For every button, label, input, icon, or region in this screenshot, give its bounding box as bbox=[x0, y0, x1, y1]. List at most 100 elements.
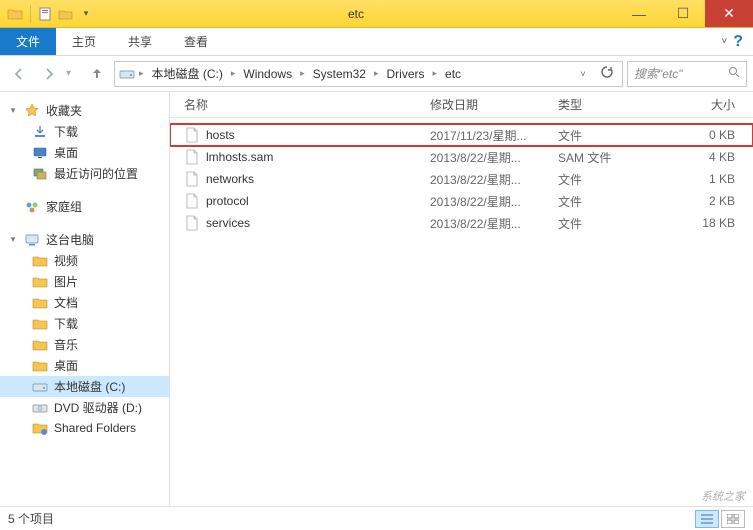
nav-item-label: 图片 bbox=[54, 273, 78, 290]
file-icon bbox=[184, 171, 200, 187]
file-icon bbox=[184, 215, 200, 231]
nav-homegroup-group: 家庭组 bbox=[0, 196, 169, 217]
refresh-icon[interactable] bbox=[596, 65, 618, 82]
nav-favorites-header[interactable]: ▾ 收藏夹 bbox=[0, 100, 169, 121]
download-icon bbox=[32, 124, 48, 140]
file-icon bbox=[184, 193, 200, 209]
ribbon-tabs: 文件 主页 共享 查看 ˅ ? bbox=[0, 28, 753, 56]
address-dropdown-icon[interactable]: ˅ bbox=[572, 69, 594, 79]
up-button[interactable] bbox=[84, 61, 110, 87]
file-name: protocol bbox=[206, 194, 249, 208]
chevron-down-icon[interactable]: ▾ bbox=[8, 234, 18, 245]
file-name: networks bbox=[206, 172, 254, 186]
nav-item-label: 音乐 bbox=[54, 336, 78, 353]
breadcrumb-separator[interactable]: ▸ bbox=[298, 68, 307, 79]
breadcrumb-seg-0[interactable]: Windows bbox=[239, 67, 296, 81]
new-folder-icon[interactable] bbox=[57, 5, 75, 23]
file-row[interactable]: lmhosts.sam 2013/8/22/星期...SAM 文件4 KB bbox=[170, 146, 753, 168]
file-row[interactable]: protocol2013/8/22/星期...文件2 KB bbox=[170, 190, 753, 212]
nav-item-desktop[interactable]: 桌面 bbox=[0, 142, 169, 163]
file-date: 2017/11/23/星期... bbox=[430, 127, 558, 144]
nav-item-label: 最近访问的位置 bbox=[54, 165, 138, 182]
file-name: lmhosts.sam bbox=[206, 150, 273, 164]
qat-dropdown-icon[interactable]: ▾ bbox=[77, 5, 95, 23]
column-size-header[interactable]: 大小 bbox=[648, 96, 753, 113]
nav-item-downloads[interactable]: 下载 bbox=[0, 121, 169, 142]
nav-item-label: 视频 bbox=[54, 252, 78, 269]
nav-item-label: 下载 bbox=[54, 123, 78, 140]
column-date-header[interactable]: 修改日期 bbox=[430, 96, 558, 113]
file-date: 2013/8/22/星期... bbox=[430, 215, 558, 232]
address-toolbar: ▾ ▸ 本地磁盘 (C:) ▸ Windows ▸ System32 ▸ Dri… bbox=[0, 56, 753, 92]
main-area: ▾ 收藏夹 下载 桌面 最近访问的位置 bbox=[0, 92, 753, 506]
breadcrumb-seg-3[interactable]: etc bbox=[441, 67, 465, 81]
file-row[interactable]: services2013/8/22/星期...文件18 KB bbox=[170, 212, 753, 234]
nav-item[interactable]: 桌面 bbox=[0, 355, 169, 376]
folder-icon bbox=[6, 5, 24, 23]
nav-thispc-header[interactable]: ▾ 这台电脑 bbox=[0, 229, 169, 250]
window-controls: — ☐ ✕ bbox=[617, 0, 753, 27]
drive-icon bbox=[119, 66, 135, 82]
breadcrumb-separator[interactable]: ▸ bbox=[431, 68, 440, 79]
drive-icon bbox=[32, 379, 48, 395]
folder-icon bbox=[32, 274, 48, 290]
icons-view-button[interactable] bbox=[721, 510, 745, 528]
file-name: hosts bbox=[206, 128, 235, 142]
titlebar: ▾ etc — ☐ ✕ bbox=[0, 0, 753, 28]
separator bbox=[30, 5, 31, 23]
nav-item-label: Shared Folders bbox=[54, 421, 136, 435]
file-size: 2 KB bbox=[648, 194, 753, 208]
breadcrumb-separator[interactable]: ▸ bbox=[229, 68, 238, 79]
breadcrumb-separator[interactable]: ▸ bbox=[137, 68, 146, 79]
file-date: 2013/8/22/星期... bbox=[430, 149, 558, 166]
properties-icon[interactable] bbox=[37, 5, 55, 23]
file-type: 文件 bbox=[558, 193, 648, 210]
folder-icon bbox=[32, 337, 48, 353]
nav-item[interactable]: 视频 bbox=[0, 250, 169, 271]
forward-button[interactable] bbox=[36, 61, 62, 87]
recent-locations-dropdown[interactable]: ▾ bbox=[66, 68, 80, 79]
tab-share[interactable]: 共享 bbox=[112, 28, 168, 55]
nav-item[interactable]: 下载 bbox=[0, 313, 169, 334]
tab-home[interactable]: 主页 bbox=[56, 28, 112, 55]
back-button[interactable] bbox=[6, 61, 32, 87]
close-button[interactable]: ✕ bbox=[705, 0, 753, 27]
nav-item[interactable]: DVD 驱动器 (D:) bbox=[0, 397, 169, 418]
details-view-button[interactable] bbox=[695, 510, 719, 528]
chevron-down-icon[interactable]: ▾ bbox=[8, 105, 18, 116]
file-row[interactable]: hosts2017/11/23/星期...文件0 KB bbox=[170, 124, 753, 146]
breadcrumb-root[interactable]: 本地磁盘 (C:) bbox=[148, 65, 227, 82]
nav-item-recent[interactable]: 最近访问的位置 bbox=[0, 163, 169, 184]
file-size: 4 KB bbox=[648, 150, 753, 164]
file-type: SAM 文件 bbox=[558, 149, 648, 166]
file-name: services bbox=[206, 216, 250, 230]
tab-file[interactable]: 文件 bbox=[0, 28, 56, 55]
breadcrumb-seg-2[interactable]: Drivers bbox=[383, 67, 429, 81]
nav-item-label: DVD 驱动器 (D:) bbox=[54, 399, 142, 416]
maximize-button[interactable]: ☐ bbox=[661, 0, 705, 27]
file-row[interactable]: networks2013/8/22/星期...文件1 KB bbox=[170, 168, 753, 190]
breadcrumb-seg-1[interactable]: System32 bbox=[309, 67, 370, 81]
column-type-header[interactable]: 类型 bbox=[558, 96, 648, 113]
help-icon[interactable]: ? bbox=[733, 33, 743, 51]
folder-icon bbox=[32, 316, 48, 332]
file-size: 0 KB bbox=[648, 128, 753, 142]
nav-favorites-group: ▾ 收藏夹 下载 桌面 最近访问的位置 bbox=[0, 100, 169, 184]
desktop-icon bbox=[32, 145, 48, 161]
address-bar[interactable]: ▸ 本地磁盘 (C:) ▸ Windows ▸ System32 ▸ Drive… bbox=[114, 61, 623, 87]
nav-item[interactable]: 本地磁盘 (C:) bbox=[0, 376, 169, 397]
nav-item[interactable]: 图片 bbox=[0, 271, 169, 292]
nav-item[interactable]: 音乐 bbox=[0, 334, 169, 355]
nav-item[interactable]: 文档 bbox=[0, 292, 169, 313]
file-size: 18 KB bbox=[648, 216, 753, 230]
breadcrumb-separator[interactable]: ▸ bbox=[372, 68, 381, 79]
tab-view[interactable]: 查看 bbox=[168, 28, 224, 55]
search-placeholder: 搜索"etc" bbox=[634, 65, 724, 82]
file-list: hosts 2017/11/23/星期... 文件 0 KB lmhosts.sam 20… bbox=[170, 118, 753, 506]
nav-item[interactable]: Shared Folders bbox=[0, 418, 169, 438]
nav-homegroup-header[interactable]: 家庭组 bbox=[0, 196, 169, 217]
column-name-header[interactable]: 名称 bbox=[170, 96, 430, 113]
ribbon-expand-icon[interactable]: ˅ bbox=[721, 36, 727, 47]
search-box[interactable]: 搜索"etc" bbox=[627, 61, 747, 87]
minimize-button[interactable]: — bbox=[617, 0, 661, 27]
